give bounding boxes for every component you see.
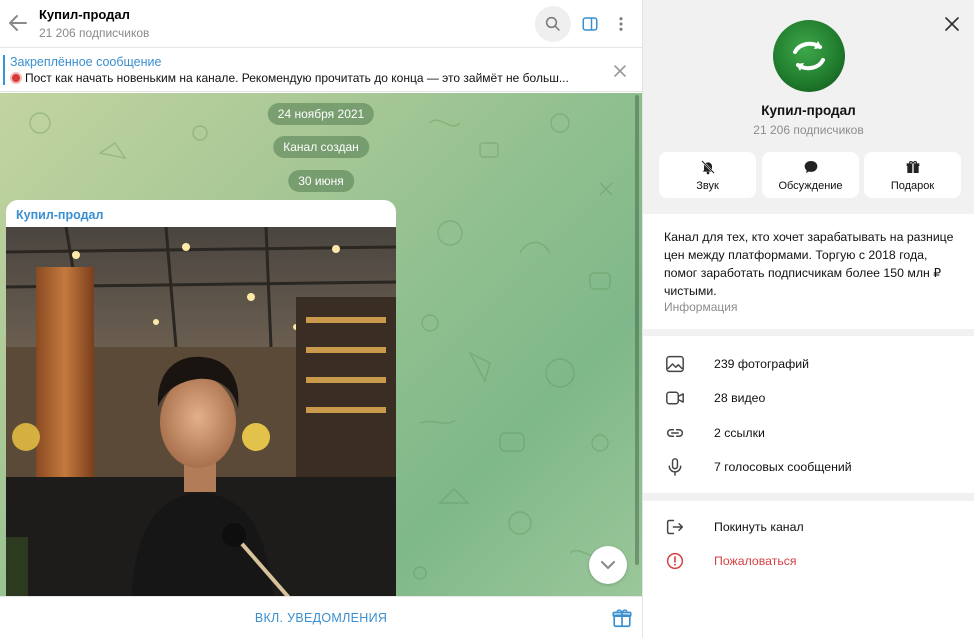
info-subscriber-count: 21 206 подписчиков <box>753 123 864 137</box>
search-icon[interactable] <box>535 6 571 42</box>
chat-scrollbar[interactable] <box>635 95 639 565</box>
description-card: Канал для тех, кто хочет зарабатывать на… <box>643 214 974 329</box>
exchange-arrows-icon <box>793 41 825 71</box>
media-row-photos[interactable]: 239 фотографий <box>643 347 974 381</box>
pinned-title: Закреплённое сообщение <box>10 55 162 69</box>
video-icon <box>665 389 685 407</box>
gift-icon[interactable] <box>611 607 633 629</box>
leave-channel-row[interactable]: Покинуть канал <box>643 510 974 544</box>
description-label: Информация <box>664 300 738 314</box>
info-channel-title: Купил-продал <box>761 103 856 118</box>
date-pill: 24 ноября 2021 <box>267 103 375 125</box>
report-row[interactable]: Пожаловаться <box>643 544 974 578</box>
leave-channel-label: Покинуть канал <box>714 520 804 534</box>
message-photo[interactable] <box>6 227 396 596</box>
media-row-links[interactable]: 2 ссылки <box>643 416 974 450</box>
service-message-pill: Канал создан <box>273 136 369 158</box>
report-label: Пожаловаться <box>714 554 797 568</box>
message-bubble[interactable]: Купил-продал <box>6 200 396 596</box>
media-row-voice[interactable]: 7 голосовых сообщений <box>643 450 974 484</box>
mute-sound-button[interactable]: Звук <box>659 152 756 198</box>
subscriber-count: 21 206 подписчиков <box>39 26 150 40</box>
media-label: 28 видео <box>714 391 766 405</box>
pinned-text: Пост как начать новеньким на канале. Рек… <box>25 71 569 85</box>
bell-muted-icon <box>659 159 756 175</box>
pinned-text-row: Пост как начать новеньким на канале. Рек… <box>10 71 590 85</box>
pinned-message[interactable]: Закреплённое сообщение Пост как начать н… <box>0 49 642 92</box>
chat-pane: Купил-продал 21 206 подписчиков Закреплё… <box>0 0 642 638</box>
photo-illustration <box>6 227 396 596</box>
channel-title[interactable]: Купил-продал <box>39 7 130 22</box>
channel-info-panel: Купил-продал 21 206 подписчиков Звук Обс… <box>643 0 974 638</box>
microphone-icon <box>665 458 685 476</box>
chat-header: Купил-продал 21 206 подписчиков <box>0 0 642 48</box>
info-header: Купил-продал 21 206 подписчиков Звук Обс… <box>643 0 974 213</box>
red-circle-emoji-icon <box>10 72 22 84</box>
media-label: 2 ссылки <box>714 426 765 440</box>
enable-notifications-button[interactable]: ВКЛ. УВЕДОМЛЕНИЯ <box>0 597 642 638</box>
report-warning-icon <box>665 552 685 570</box>
chat-bubble-icon <box>762 159 859 175</box>
chevron-down-icon <box>601 561 615 569</box>
discussion-button[interactable]: Обсуждение <box>762 152 859 198</box>
media-label: 239 фотографий <box>714 357 809 371</box>
message-author[interactable]: Купил-продал <box>16 208 103 222</box>
action-label: Подарок <box>890 180 935 192</box>
scroll-down-button[interactable] <box>589 546 627 584</box>
gift-icon <box>864 159 961 175</box>
leave-icon <box>665 518 685 536</box>
close-pinned-icon[interactable] <box>610 61 630 81</box>
gift-button[interactable]: Подарок <box>864 152 961 198</box>
action-label: Обсуждение <box>778 180 843 192</box>
pinned-accent-bar <box>3 55 5 85</box>
chat-wallpaper: 24 ноября 2021 Канал создан 30 июня Купи… <box>0 93 642 596</box>
channel-actions-card: Покинуть канал Пожаловаться <box>643 501 974 638</box>
action-label: Звук <box>696 180 719 192</box>
more-vertical-icon[interactable] <box>603 6 639 42</box>
channel-avatar[interactable] <box>773 20 845 92</box>
media-row-videos[interactable]: 28 видео <box>643 381 974 415</box>
chat-footer: ВКЛ. УВЕДОМЛЕНИЯ <box>0 596 642 638</box>
back-arrow-icon[interactable] <box>6 11 30 35</box>
link-icon <box>665 424 685 442</box>
media-label: 7 голосовых сообщений <box>714 460 852 474</box>
photo-icon <box>665 355 685 373</box>
date-pill: 30 июня <box>288 170 354 192</box>
channel-description: Канал для тех, кто хочет зарабатывать на… <box>664 230 954 298</box>
close-icon[interactable] <box>941 13 963 35</box>
media-card: 239 фотографий 28 видео 2 ссылки 7 голос… <box>643 336 974 493</box>
